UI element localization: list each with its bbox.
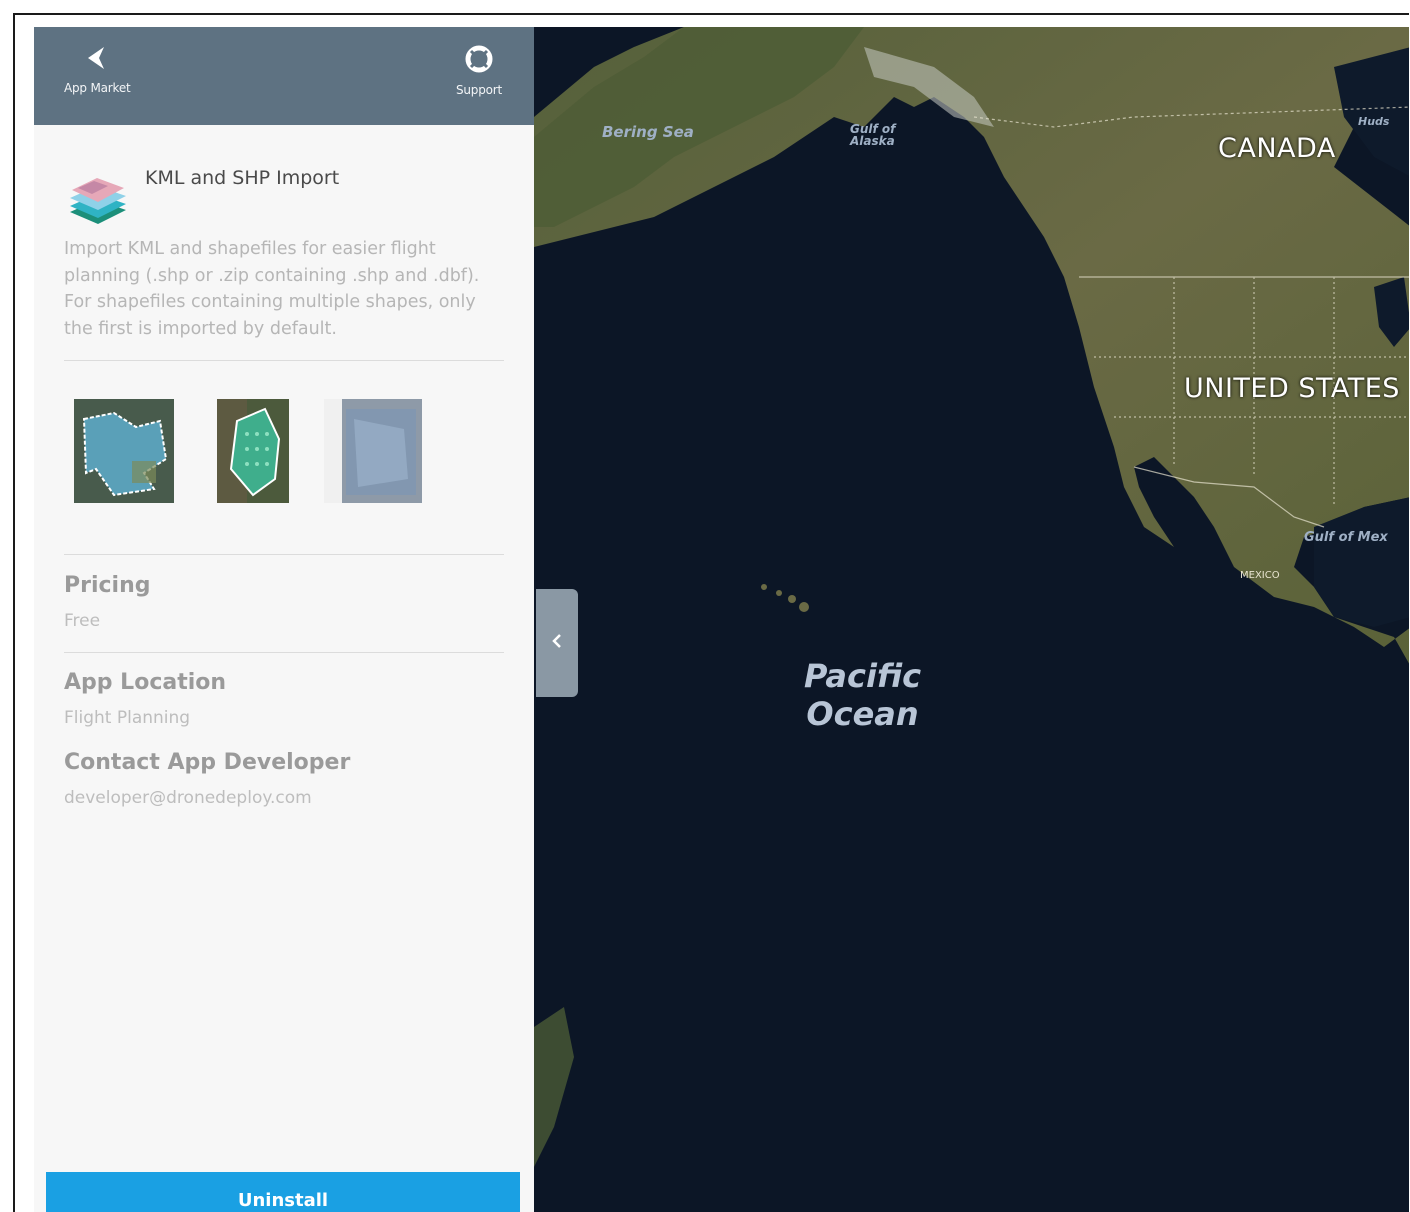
united-states-label: UNITED STATES bbox=[1184, 373, 1400, 404]
developer-email-link[interactable]: developer@dronedeploy.com bbox=[64, 788, 312, 808]
contact-developer-title: Contact App Developer bbox=[64, 750, 351, 775]
screenshot-gallery bbox=[64, 399, 504, 509]
uninstall-button[interactable]: Uninstall bbox=[46, 1172, 520, 1212]
map-imagery bbox=[534, 27, 1409, 1167]
screenshot-thumbnail[interactable] bbox=[74, 399, 174, 503]
app-frame: App Market Support KML and SHP Import Im… bbox=[13, 13, 1409, 1212]
back-arrow-icon bbox=[84, 45, 110, 75]
screenshot-thumbnail[interactable] bbox=[324, 399, 422, 503]
divider bbox=[64, 554, 504, 555]
bering-sea-label: Bering Sea bbox=[602, 123, 694, 141]
app-market-back-button[interactable]: App Market bbox=[64, 45, 131, 95]
pricing-title: Pricing bbox=[64, 573, 151, 598]
gulf-of-alaska-line2: Alaska bbox=[850, 134, 895, 148]
chevron-left-icon bbox=[551, 633, 563, 653]
sidebar-topbar: App Market Support bbox=[34, 27, 534, 125]
app-title: KML and SHP Import bbox=[145, 167, 340, 189]
mexico-label: MEXICO bbox=[1240, 570, 1280, 581]
layers-app-icon bbox=[64, 170, 130, 232]
hudson-label: Huds bbox=[1358, 115, 1390, 128]
app-market-label: App Market bbox=[64, 81, 131, 95]
app-header: KML and SHP Import bbox=[64, 162, 504, 232]
pacific-ocean-label: Pacific Ocean bbox=[804, 657, 921, 733]
screenshot-thumbnail[interactable] bbox=[217, 399, 289, 503]
support-button[interactable]: Support bbox=[456, 45, 502, 97]
pacific-ocean-line2: Ocean bbox=[806, 695, 919, 733]
canada-label: CANADA bbox=[1218, 133, 1336, 164]
app-description: Import KML and shapefiles for easier fli… bbox=[64, 239, 480, 339]
pricing-value: Free bbox=[64, 611, 101, 631]
lifebuoy-icon bbox=[465, 45, 493, 77]
collapse-sidebar-button[interactable] bbox=[536, 589, 578, 697]
gulf-of-alaska-label: Gulf of Alaska bbox=[850, 123, 895, 147]
app-location-title: App Location bbox=[64, 670, 227, 695]
satellite-map[interactable]: Bering Sea Gulf of Alaska CANADA Huds UN… bbox=[534, 27, 1409, 1212]
support-label: Support bbox=[455, 83, 502, 97]
app-location-value: Flight Planning bbox=[64, 708, 191, 728]
gulf-of-mexico-label: Gulf of Mex bbox=[1304, 530, 1388, 545]
pacific-ocean-line1: Pacific bbox=[804, 657, 922, 695]
divider bbox=[64, 360, 504, 361]
app-detail-sidebar: App Market Support KML and SHP Import Im… bbox=[34, 27, 534, 1212]
divider bbox=[64, 652, 504, 653]
